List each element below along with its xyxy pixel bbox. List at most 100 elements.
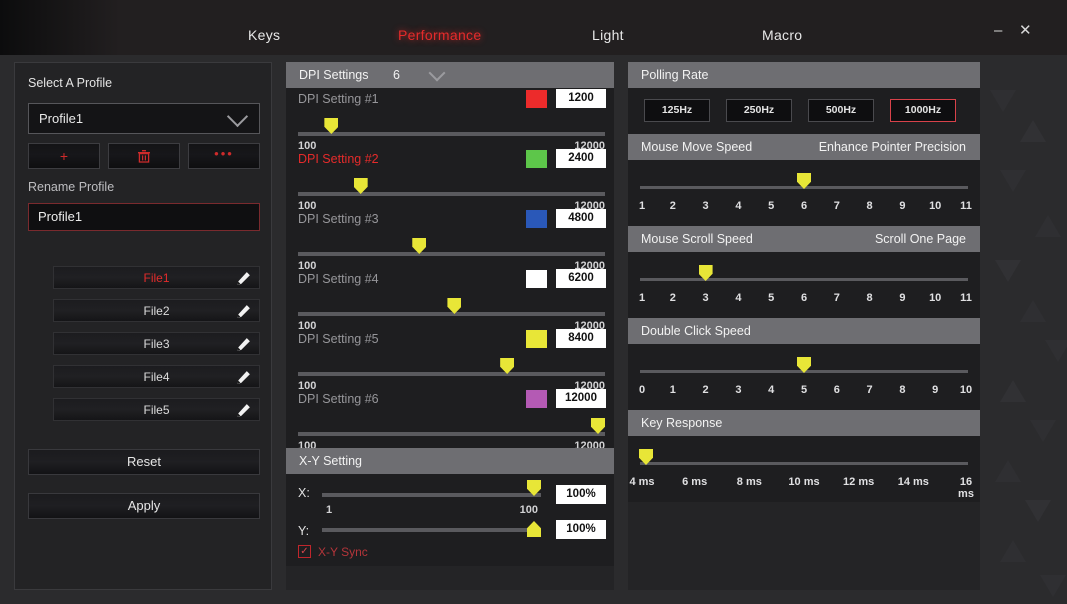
dpi-setting-label: DPI Setting #4	[298, 272, 379, 286]
dpi-slider-track[interactable]	[298, 432, 605, 436]
slider-tick-label: 3	[702, 200, 709, 212]
dpi-value-field[interactable]: 4800	[556, 209, 606, 228]
key-response-header: Key Response	[628, 410, 980, 436]
pencil-icon[interactable]	[236, 370, 251, 385]
dpi-value-field[interactable]: 1200	[556, 89, 606, 108]
dpi-slider-track[interactable]	[298, 192, 605, 196]
pencil-icon[interactable]	[236, 304, 251, 319]
polling-rate-option[interactable]: 250Hz	[726, 99, 792, 122]
pencil-icon[interactable]	[236, 403, 251, 418]
close-button[interactable]: ✕	[1019, 23, 1032, 38]
polling-rate-option[interactable]: 500Hz	[808, 99, 874, 122]
scroll-one-page-label[interactable]: Scroll One Page	[875, 226, 966, 252]
chevron-down-icon[interactable]	[428, 64, 446, 82]
slider-tick-label: 16 ms	[958, 476, 974, 500]
dpi-value-field[interactable]: 12000	[556, 389, 606, 408]
add-profile-button[interactable]: +	[28, 143, 100, 169]
xy-sync-checkbox[interactable]: ✓	[298, 545, 311, 558]
dpi-setting-row[interactable]: DPI Setting #5 8400 100 12000	[286, 328, 614, 392]
slider-tick-label: 8	[866, 292, 873, 304]
polling-rate-option[interactable]: 125Hz	[644, 99, 710, 122]
dpi-setting-row[interactable]: DPI Setting #3 4800 100 12000	[286, 208, 614, 272]
slider-tick-label: 11	[960, 200, 972, 212]
x-value-field[interactable]: 100%	[556, 485, 606, 504]
decorative-triangle	[1000, 170, 1026, 192]
rename-profile-input[interactable]: Profile1	[28, 203, 260, 231]
dpi-slider-track[interactable]	[298, 312, 605, 316]
key-response-slider: 4 ms 6 ms 8 ms 10 ms 12 ms 14 ms 16 ms	[628, 436, 980, 502]
delete-profile-button[interactable]	[108, 143, 180, 169]
slider-tick-label: 10 ms	[788, 476, 820, 488]
tab-performance[interactable]: Performance	[398, 27, 481, 43]
dpi-setting-label: DPI Setting #1	[298, 92, 379, 106]
dpi-color-swatch[interactable]	[526, 330, 547, 348]
dpi-value-field[interactable]: 6200	[556, 269, 606, 288]
slider-tick-label: 4	[735, 200, 742, 212]
dpi-rows: DPI Setting #1 1200 100 12000 DPI Setting #2…	[286, 88, 614, 452]
dpi-count-value[interactable]: 6	[393, 62, 400, 88]
dpi-color-swatch[interactable]	[526, 150, 547, 168]
dpi-setting-row[interactable]: DPI Setting #2 2400 100 12000	[286, 148, 614, 212]
dpi-value-field[interactable]: 8400	[556, 329, 606, 348]
pencil-icon[interactable]	[236, 337, 251, 352]
file-list-item[interactable]: File1	[53, 266, 260, 289]
decorative-triangle	[1025, 500, 1051, 522]
slider-track[interactable]	[640, 278, 968, 281]
file-list-item[interactable]: File2	[53, 299, 260, 322]
x-slider-track[interactable]	[322, 493, 541, 497]
dpi-setting-row[interactable]: DPI Setting #1 1200 100 12000	[286, 88, 614, 152]
y-slider-knob[interactable]	[527, 521, 541, 537]
tab-macro[interactable]: Macro	[762, 27, 802, 43]
slider-tick-label: 0	[638, 384, 646, 396]
mouse-scroll-speed-label: Mouse Scroll Speed	[641, 232, 753, 246]
reset-button[interactable]: Reset	[28, 449, 260, 475]
slider-tick-label: 9	[899, 292, 906, 304]
rename-profile-label: Rename Profile	[28, 180, 115, 194]
slider-tick-label: 9	[899, 200, 906, 212]
slider-tick-label: 1	[638, 200, 646, 212]
slider-tick-label: 6	[800, 292, 808, 304]
dpi-color-swatch[interactable]	[526, 90, 547, 108]
apply-button[interactable]: Apply	[28, 493, 260, 519]
pencil-icon[interactable]	[236, 271, 251, 286]
more-options-button[interactable]: •••	[188, 143, 260, 169]
file-list-item[interactable]: File5	[53, 398, 260, 421]
dpi-value-field[interactable]: 2400	[556, 149, 606, 168]
slider-tick-label: 6	[833, 384, 840, 396]
slider-tick-label: 10	[929, 292, 942, 304]
y-axis-label: Y:	[298, 524, 310, 538]
profile-dropdown[interactable]: Profile1	[28, 103, 260, 134]
xy-scale-max: 100	[519, 504, 538, 516]
slider-tick-label: 3	[735, 384, 742, 396]
dpi-color-swatch[interactable]	[526, 270, 547, 288]
titlebar-edge-gradient	[0, 0, 120, 55]
file-list-item[interactable]: File4	[53, 365, 260, 388]
y-slider-track[interactable]	[322, 528, 541, 532]
enhance-pointer-precision-label[interactable]: Enhance Pointer Precision	[819, 134, 966, 160]
double-click-speed-slider: 0 1 2 3 4 5 6 7 8 9 10	[628, 344, 980, 410]
slider-tick-label: 6	[800, 200, 808, 212]
dpi-color-swatch[interactable]	[526, 210, 547, 228]
polling-rate-option[interactable]: 1000Hz	[890, 99, 956, 122]
dpi-setting-row[interactable]: DPI Setting #4 6200 100 12000	[286, 268, 614, 332]
slider-tick-label: 5	[768, 292, 775, 304]
dpi-setting-row[interactable]: DPI Setting #6 12000 100 12000	[286, 388, 614, 452]
file-list-item[interactable]: File3	[53, 332, 260, 355]
slider-track[interactable]	[640, 462, 968, 465]
decorative-triangle	[1020, 300, 1046, 322]
mouse-scroll-speed-slider: 1 2 3 4 5 6 7 8 9 10 11	[628, 252, 980, 318]
tab-keys[interactable]: Keys	[248, 27, 280, 43]
dpi-slider-track[interactable]	[298, 252, 605, 256]
slider-tick-label: 7	[833, 200, 840, 212]
slider-tick-label: 4	[735, 292, 742, 304]
minimize-button[interactable]: –	[994, 23, 1002, 38]
dpi-setting-label: DPI Setting #6	[298, 392, 379, 406]
y-value-field[interactable]: 100%	[556, 520, 606, 539]
tab-light[interactable]: Light	[592, 27, 624, 43]
dpi-color-swatch[interactable]	[526, 390, 547, 408]
decorative-triangle	[1020, 120, 1046, 142]
dpi-slider-track[interactable]	[298, 132, 605, 136]
slider-tick-label: 9	[932, 384, 939, 396]
dpi-slider-track[interactable]	[298, 372, 605, 376]
dpi-settings-label: DPI Settings	[299, 68, 369, 82]
